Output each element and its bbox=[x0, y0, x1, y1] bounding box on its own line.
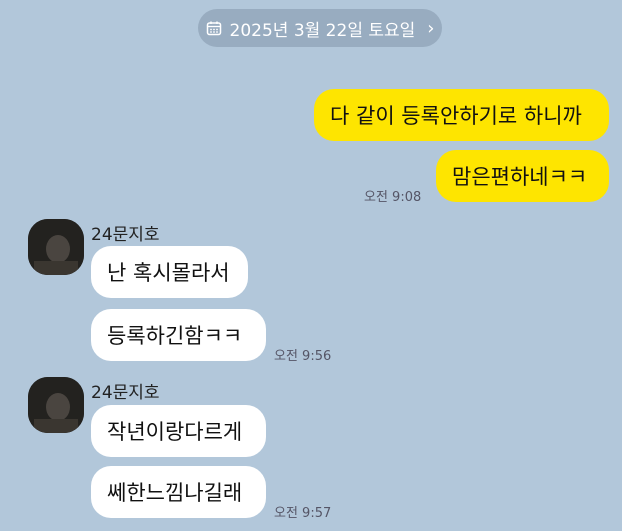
their-message-bubble[interactable]: 작년이랑다르게 bbox=[91, 405, 266, 457]
date-label: 2025년 3월 22일 토요일 bbox=[229, 20, 416, 41]
message-text: 맘은편하네ㅋㅋ bbox=[452, 165, 588, 189]
avatar[interactable] bbox=[28, 219, 84, 275]
message-text: 작년이랑다르게 bbox=[107, 420, 243, 444]
chat-room: 2025년 3월 22일 토요일 › 다 같이 등록안하기로 하니까 맘은편하네… bbox=[0, 0, 622, 531]
their-message-bubble[interactable]: 난 혹시몰라서 bbox=[91, 246, 248, 298]
message-text: 등록하긴함ㅋㅋ bbox=[107, 324, 243, 348]
sender-name: 24문지호 bbox=[91, 383, 160, 403]
message-text: 다 같이 등록안하기로 하니까 bbox=[330, 104, 582, 128]
message-time: 오전 9:57 bbox=[274, 506, 332, 521]
avatar[interactable] bbox=[28, 377, 84, 433]
calendar-icon bbox=[206, 21, 221, 36]
my-message-bubble[interactable]: 다 같이 등록안하기로 하니까 bbox=[314, 89, 609, 141]
profile-photo bbox=[28, 377, 84, 433]
profile-photo bbox=[28, 219, 84, 275]
sender-name: 24문지호 bbox=[91, 225, 160, 245]
their-message-bubble[interactable]: 쎄한느낌나길래 bbox=[91, 466, 266, 518]
message-text: 쎄한느낌나길래 bbox=[107, 481, 243, 505]
my-message-bubble[interactable]: 맘은편하네ㅋㅋ bbox=[436, 150, 609, 202]
their-message-bubble[interactable]: 등록하긴함ㅋㅋ bbox=[91, 309, 266, 361]
message-text: 난 혹시몰라서 bbox=[107, 261, 230, 285]
date-divider[interactable]: 2025년 3월 22일 토요일 › bbox=[198, 9, 442, 47]
message-time: 오전 9:56 bbox=[274, 349, 332, 364]
message-time: 오전 9:08 bbox=[364, 190, 422, 205]
chevron-right-icon: › bbox=[427, 17, 435, 39]
